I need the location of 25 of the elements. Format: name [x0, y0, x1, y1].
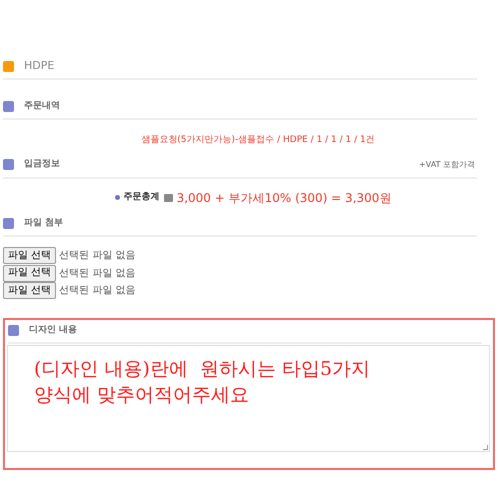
- section-title: 디자인 내용: [29, 324, 78, 336]
- section-title: HDPE: [24, 58, 54, 74]
- order-summary: 샘플요청(5가지만가능)-샘플접수 / HDPE / 1 / 1 / 1 / 1건: [140, 134, 376, 147]
- file-status: 선택된 파일 없음: [59, 249, 136, 264]
- section-title: 파일 첨부: [24, 216, 64, 230]
- section-title: 주문내역: [24, 100, 60, 112]
- section-icon: [3, 159, 14, 170]
- total-label: 주문총계: [124, 190, 160, 204]
- file-select-button[interactable]: 파일 선택: [3, 247, 56, 264]
- design-textarea[interactable]: (디자인 내용)란에 원하시는 타입5가지 양식에 맞추어적어주세요: [7, 345, 490, 452]
- section-icon: [3, 218, 14, 229]
- file-select-button[interactable]: 파일 선택: [3, 264, 56, 282]
- annotation-text: 양식에 맞추어적어주세요: [34, 383, 250, 408]
- vat-note: +VAT 포함가격: [419, 158, 476, 171]
- resize-handle-icon[interactable]: [483, 445, 488, 450]
- order-total: 3,000 + 부가세10% (300) = 3,300원: [176, 190, 392, 206]
- section-title: 입금정보: [24, 158, 60, 171]
- section-icon: [3, 100, 14, 112]
- file-status: 선택된 파일 없음: [59, 284, 136, 298]
- annotation-text: (디자인 내용)란에 원하시는 타입5가지: [34, 357, 370, 382]
- section-icon: [8, 324, 19, 336]
- file-select-button[interactable]: 파일 선택: [3, 282, 56, 300]
- bullet-icon: [114, 195, 120, 200]
- section-icon: [3, 60, 14, 72]
- file-status: 선택된 파일 없음: [59, 266, 136, 281]
